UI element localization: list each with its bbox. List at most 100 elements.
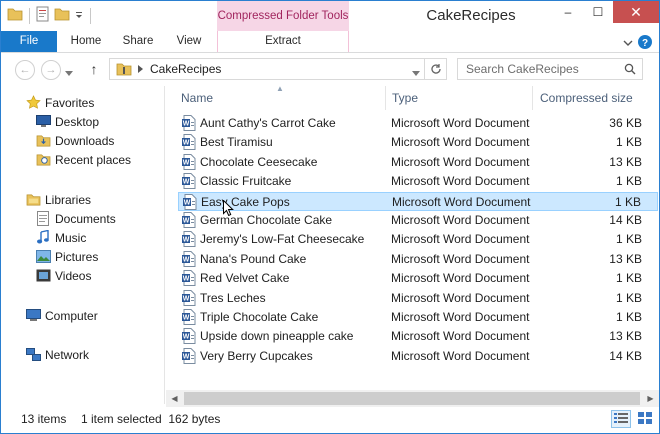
nav-desktop-label: Desktop [55,114,100,129]
file-row[interactable]: W German Chocolate Cake Microsoft Word Doc… [178,211,658,230]
word-document-icon: W [182,173,196,189]
tab-extract[interactable]: Extract [217,31,349,52]
quick-access-toolbar [7,6,93,25]
documents-icon [35,211,51,227]
large-icons-view-icon [638,411,652,427]
svg-text:W: W [183,140,190,147]
file-row[interactable]: W Nana's Pound Cake Microsoft Word Documen… [178,250,658,269]
forward-button[interactable]: → [41,60,61,80]
file-size: 14 KB [609,213,642,227]
recent-locations-chevron-icon[interactable] [65,66,73,80]
file-row[interactable]: W Tres Leches Microsoft Word Document 1 KB [178,289,658,308]
item-count: 13 items [21,412,67,426]
column-name[interactable]: Name [181,91,213,105]
search-input[interactable] [466,59,626,79]
file-row[interactable]: W Aunt Cathy's Carrot Cake Microsoft Word … [178,114,658,133]
up-button[interactable]: ↑ [85,60,103,78]
svg-text:W: W [183,296,190,303]
file-row[interactable]: W Upside down pineapple cake Microsoft Wor… [178,327,658,346]
title-bar: Compressed Folder Tools CakeRecipes – ☐ … [1,1,659,31]
nav-documents[interactable]: Documents [35,209,116,228]
close-button[interactable]: ✕ [613,1,659,23]
maximize-button[interactable]: ☐ [583,1,613,23]
file-row[interactable]: W Easy Cake Pops Microsoft Word Document 1 … [178,192,658,211]
address-bar[interactable]: CakeRecipes [109,58,447,80]
nav-favorites-label: Favorites [45,95,95,110]
nav-pictures[interactable]: Pictures [35,247,98,266]
music-icon [35,230,51,246]
file-row[interactable]: W Red Velvet Cake Microsoft Word Document 1… [178,269,658,288]
column-divider-2[interactable] [532,86,533,110]
file-type: Microsoft Word Document [392,195,531,209]
tab-share[interactable]: Share [115,31,161,52]
file-row[interactable]: W Chocolate Ceesecake Microsoft Word Docum… [178,153,658,172]
search-icon[interactable] [624,63,636,78]
details-view-button[interactable] [611,410,631,428]
nav-music[interactable]: Music [35,228,86,247]
word-document-icon: W [182,328,196,344]
help-icon[interactable]: ? [637,34,653,53]
search-box[interactable] [457,58,643,80]
caption-buttons: – ☐ ✕ [553,1,659,23]
tab-home[interactable]: Home [63,31,109,52]
word-document-icon: W [182,154,196,170]
qat-divider-2 [90,7,91,24]
horizontal-scrollbar[interactable]: ◀ ▶ [166,390,659,407]
scrollbar-thumb[interactable] [184,392,640,405]
large-icons-view-button[interactable] [635,410,655,428]
tab-view[interactable]: View [167,31,211,52]
word-document-icon: W [182,212,196,228]
libraries-icon [25,192,41,208]
column-compressed-size[interactable]: Compressed size [540,91,633,105]
properties-icon[interactable] [36,6,50,25]
file-name: Red Velvet Cake [200,271,290,285]
customize-chevron-icon[interactable] [74,9,84,23]
app-folder-icon[interactable] [7,7,23,24]
nav-music-label: Music [55,230,87,245]
file-type: Microsoft Word Document [391,291,530,305]
back-button[interactable]: ← [15,60,35,80]
expand-ribbon-icon[interactable] [623,37,633,51]
file-row[interactable]: W Very Berry Cupcakes Microsoft Word Docum… [178,347,658,366]
svg-text:W: W [184,200,191,207]
nav-network-label: Network [45,347,90,362]
column-type[interactable]: Type [392,91,418,105]
scroll-left-icon[interactable]: ◀ [166,390,183,407]
nav-desktop[interactable]: Desktop [35,112,99,131]
svg-text:W: W [183,276,190,283]
file-row[interactable]: W Best Tiramisu Microsoft Word Document 1 K… [178,133,658,152]
file-row[interactable]: W Triple Chocolate Cake Microsoft Word Doc… [178,308,658,327]
address-dropdown-icon[interactable] [412,66,420,80]
nav-computer[interactable]: Computer [25,306,98,325]
file-row[interactable]: W Classic Fruitcake Microsoft Word Documen… [178,172,658,191]
file-type: Microsoft Word Document [391,135,530,149]
nav-downloads[interactable]: Downloads [35,131,114,150]
file-size: 1 KB [615,135,642,149]
file-type: Microsoft Word Document [391,252,530,266]
breadcrumb-current[interactable]: CakeRecipes [150,62,221,76]
tab-file[interactable]: File [1,31,57,52]
minimize-button[interactable]: – [553,1,583,23]
svg-text:W: W [183,160,190,167]
file-size: 1 KB [615,232,642,246]
refresh-icon[interactable] [424,59,446,79]
word-document-icon: W [182,309,196,325]
scroll-right-icon[interactable]: ▶ [642,390,659,407]
file-name: German Chocolate Cake [200,213,333,227]
file-size: 13 KB [609,252,642,266]
nav-documents-label: Documents [55,211,116,226]
file-row[interactable]: W Jeremy's Low-Fat Cheesecake Microsoft Wo… [178,230,658,249]
nav-videos[interactable]: Videos [35,266,91,285]
new-folder-icon[interactable] [54,7,70,24]
file-type: Microsoft Word Document [391,329,530,343]
nav-network[interactable]: Network [25,345,89,364]
nav-libraries[interactable]: Libraries [25,190,91,209]
downloads-folder-icon [35,133,51,149]
nav-favorites[interactable]: Favorites [25,93,94,112]
recent-places-icon [35,152,51,168]
ribbon-tabs: File Home Share View Extract ? [1,31,659,53]
column-divider[interactable] [385,86,386,110]
breadcrumb-chevron-icon[interactable] [138,65,144,73]
nav-recent-places[interactable]: Recent places [35,150,131,169]
desktop-icon [35,114,51,130]
